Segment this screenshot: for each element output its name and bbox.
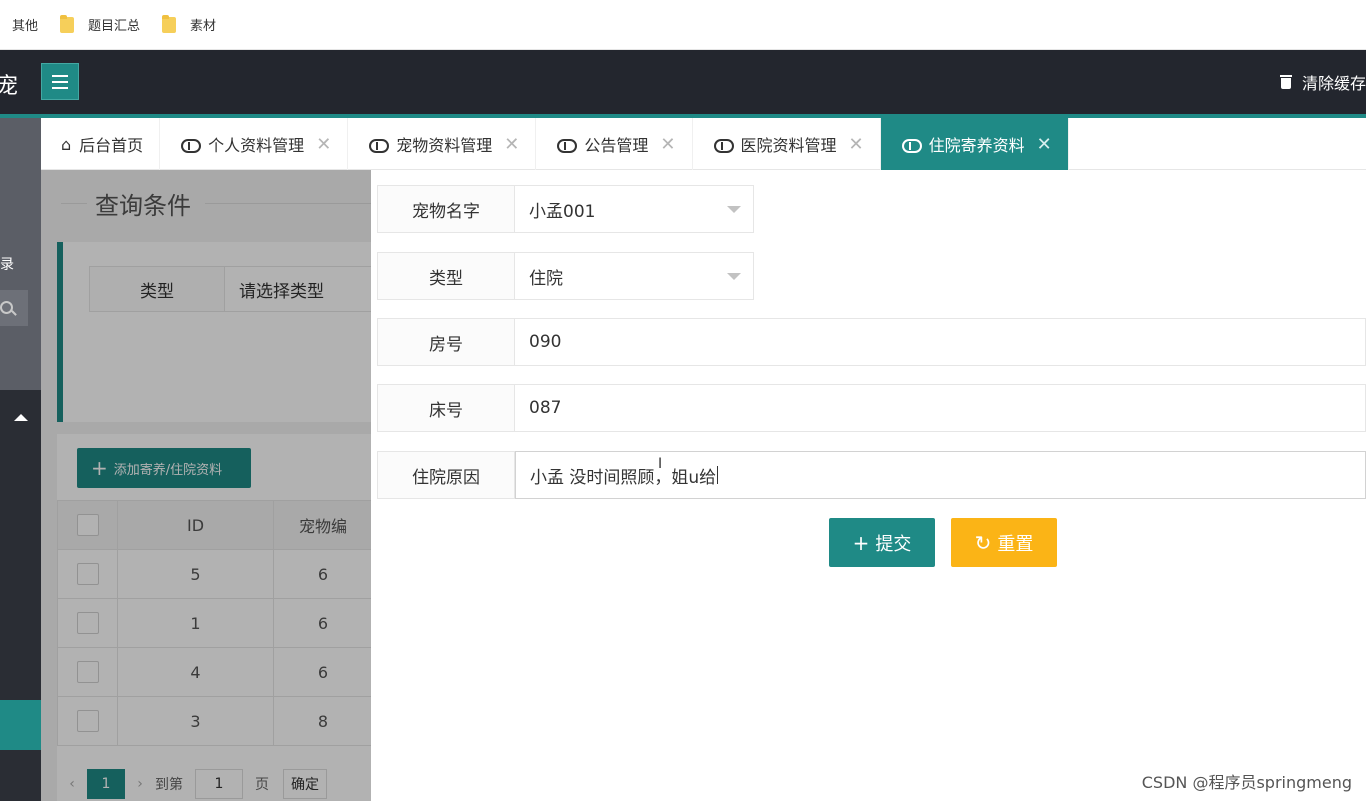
close-icon[interactable]: ✕	[504, 134, 519, 155]
cloud-upload-icon	[368, 137, 390, 153]
tab-label: 公告管理	[584, 136, 649, 155]
bed-input[interactable]: 087	[515, 384, 1366, 432]
dropdown-arrow-icon	[727, 273, 741, 280]
hamburger-icon	[52, 74, 68, 77]
watermark: CSDN @程序员springmeng	[1141, 773, 1352, 792]
sidebar: 录	[0, 118, 41, 801]
form-row-type: 类型 住院	[377, 252, 754, 300]
plus-icon: +	[852, 530, 870, 555]
clear-cache-button[interactable]: 清除缓存	[1279, 70, 1366, 94]
close-icon[interactable]: ✕	[316, 134, 331, 155]
bookmark-label: 其他	[12, 19, 39, 34]
bookmark-folder-topics[interactable]: 题目汇总	[60, 14, 141, 34]
tab-label: 个人资料管理	[208, 136, 305, 155]
tab-pets[interactable]: 宠物资料管理 ✕	[348, 118, 537, 170]
sidebar-search-icon[interactable]	[0, 290, 28, 326]
submit-button[interactable]: + 提交	[829, 518, 935, 567]
folder-icon	[60, 14, 75, 33]
type-value: 住院	[529, 268, 563, 289]
form-row-bed: 床号 087	[377, 384, 1366, 432]
type-select[interactable]: 住院	[515, 252, 754, 300]
reason-value: 小孟 没时间照顾，姐u给	[530, 467, 717, 488]
bookmarks-bar: 其他 题目汇总 素材	[0, 0, 1366, 50]
reset-button[interactable]: ↻ 重置	[951, 518, 1057, 567]
hamburger-icon-bar	[52, 86, 68, 89]
form-row-room: 房号 090	[377, 318, 1366, 366]
tab-hospitals[interactable]: 医院资料管理 ✕	[693, 118, 881, 170]
pet-name-value: 小孟001	[529, 201, 596, 222]
pet-name-label: 宠物名字	[377, 185, 515, 233]
bookmark-folder-materials[interactable]: 素材	[162, 14, 217, 34]
submit-label: 提交	[875, 533, 912, 555]
home-icon: ⌂	[61, 134, 72, 154]
tab-label: 医院资料管理	[740, 136, 837, 155]
top-header: 宠 清除缓存	[0, 50, 1366, 114]
room-label: 房号	[377, 318, 515, 366]
hamburger-icon-bar	[52, 80, 68, 83]
sidebar-item-active[interactable]	[0, 700, 41, 750]
reason-label: 住院原因	[377, 451, 515, 499]
tab-label: 住院寄养资料	[928, 136, 1025, 155]
text-caret	[717, 466, 719, 484]
bed-label: 床号	[377, 384, 515, 432]
form-row-reason: 住院原因 小孟 没时间照顾，姐u给	[377, 451, 1366, 499]
tab-home[interactable]: ⌂ 后台首页	[41, 118, 161, 170]
tab-label: 宠物资料管理	[396, 136, 493, 155]
sidebar-partial-text: 录	[0, 257, 14, 273]
reset-label: 重置	[997, 533, 1034, 555]
cloud-upload-icon	[180, 137, 202, 153]
cloud-upload-icon	[556, 137, 578, 153]
form-row-pet-name: 宠物名字 小孟001	[377, 185, 754, 233]
cloud-upload-icon	[713, 137, 734, 153]
caret-up-icon[interactable]	[14, 414, 28, 421]
clear-cache-label: 清除缓存	[1301, 74, 1366, 93]
close-icon[interactable]: ✕	[660, 134, 675, 155]
tab-notices[interactable]: 公告管理 ✕	[536, 118, 693, 170]
tab-label: 后台首页	[79, 136, 144, 155]
bookmark-label: 素材	[190, 19, 217, 34]
close-icon[interactable]: ✕	[1037, 134, 1052, 155]
bookmark-other[interactable]: 其他	[12, 15, 38, 34]
bookmark-label: 题目汇总	[88, 19, 141, 34]
close-icon[interactable]: ✕	[849, 134, 864, 155]
tab-profile[interactable]: 个人资料管理 ✕	[160, 118, 349, 170]
room-input[interactable]: 090	[515, 318, 1366, 366]
text-cursor-icon: I	[658, 456, 663, 472]
folder-icon	[162, 14, 177, 33]
dropdown-arrow-icon	[727, 206, 741, 213]
tab-bar: ⌂ 后台首页 个人资料管理 ✕ 宠物资料管理 ✕ 公告管理 ✕ 医院资料管理 ✕…	[41, 118, 1366, 170]
pet-name-select[interactable]: 小孟001	[515, 185, 754, 233]
logo-text: 宠	[0, 74, 19, 99]
menu-toggle-button[interactable]	[41, 63, 79, 100]
refresh-icon: ↻	[974, 530, 992, 555]
modal-overlay[interactable]	[41, 170, 371, 801]
edit-modal: 宠物名字 小孟001 类型 住院 房号 090 床号 087 住院原因 小孟 没…	[371, 170, 1366, 801]
type-label: 类型	[377, 252, 515, 300]
tab-boarding[interactable]: 住院寄养资料 ✕	[880, 118, 1069, 170]
trash-icon	[1279, 75, 1292, 89]
cloud-upload-icon	[901, 137, 922, 153]
reason-input[interactable]: 小孟 没时间照顾，姐u给	[515, 451, 1366, 499]
